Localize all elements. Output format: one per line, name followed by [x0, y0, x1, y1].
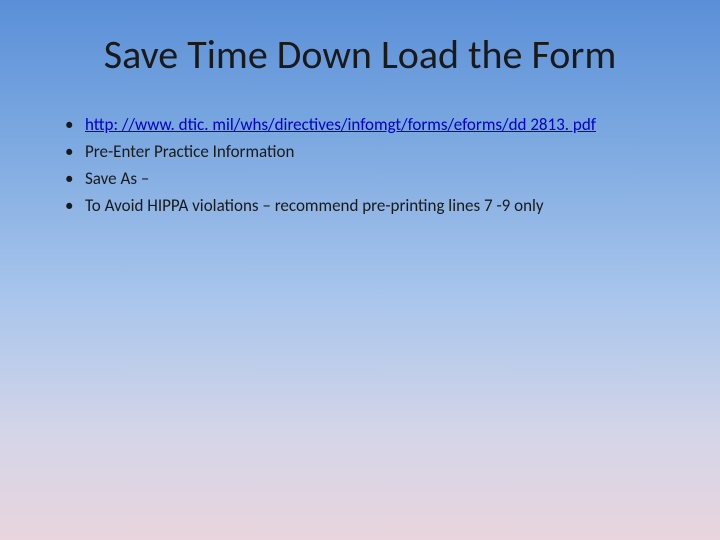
list-item: Pre-Enter Practice Information	[65, 141, 670, 164]
list-item: Save As –	[65, 168, 670, 191]
hyperlink[interactable]: http: //www. dtic. mil/whs/directives/in…	[85, 114, 596, 135]
list-item: To Avoid HIPPA violations – recommend pr…	[65, 195, 670, 218]
bullet-text: Save As –	[85, 168, 149, 189]
bullet-list: http: //www. dtic. mil/whs/directives/in…	[50, 114, 670, 218]
bullet-text: Pre-Enter Practice Information	[85, 141, 294, 162]
bullet-text: To Avoid HIPPA violations – recommend pr…	[85, 195, 544, 216]
slide-title: Save Time Down Load the Form	[50, 30, 670, 79]
list-item: http: //www. dtic. mil/whs/directives/in…	[65, 114, 670, 137]
slide-container: Save Time Down Load the Form http: //www…	[0, 0, 720, 540]
